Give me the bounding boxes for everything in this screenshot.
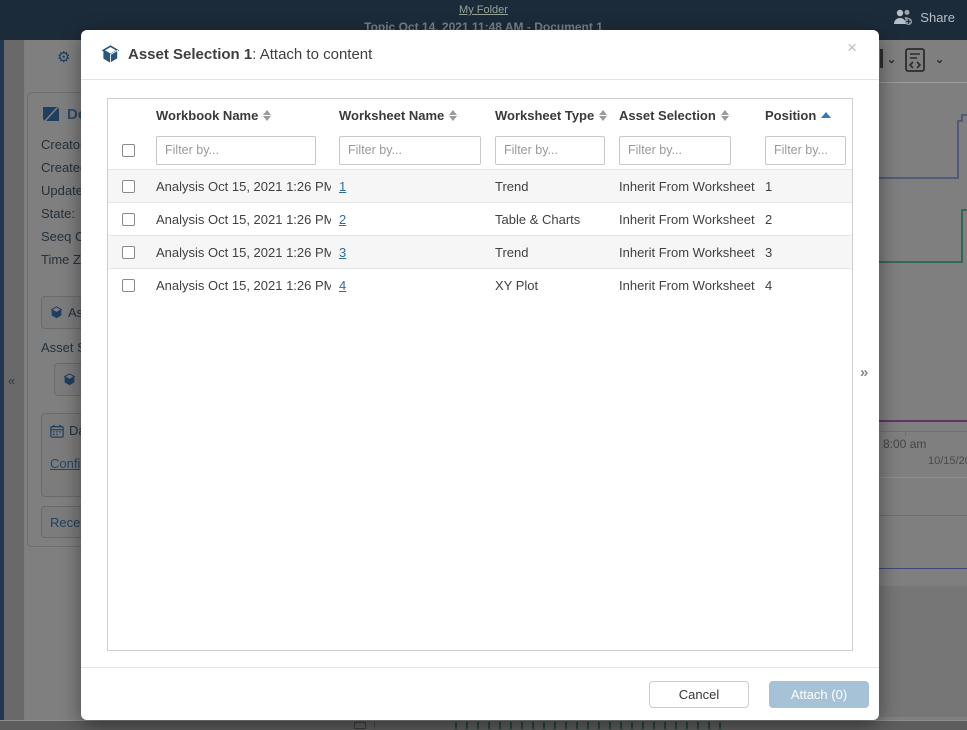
workbook-cell: Analysis Oct 15, 2021 1:26 PM — [148, 212, 331, 227]
worksheet-table: Workbook Name Worksheet Name Worksheet T… — [107, 98, 853, 651]
asset-selection-cell: Inherit From Worksheet — [611, 278, 757, 293]
cube-icon — [101, 45, 120, 64]
type-cell: Trend — [487, 245, 611, 260]
toolbar-partial-icon — [880, 49, 883, 68]
share-users-icon — [892, 8, 914, 26]
gear-icon[interactable]: ⚙ — [57, 48, 70, 66]
workbook-cell: Analysis Oct 15, 2021 1:26 PM — [148, 179, 331, 194]
axis-time-label: 8:00 am — [883, 437, 926, 451]
asset-selection-cell: Inherit From Worksheet — [611, 179, 757, 194]
row-checkbox[interactable] — [122, 180, 135, 193]
timeline-marker — [354, 722, 366, 729]
workbook-cell: Analysis Oct 15, 2021 1:26 PM — [148, 245, 331, 260]
attach-button[interactable]: Attach (0) — [769, 681, 869, 708]
topic-preview-column: ⌄ ⌄ 8:00 am 10/15/20 — [879, 40, 967, 730]
asset-selection-cell: Inherit From Worksheet — [611, 212, 757, 227]
table-filter-row — [108, 131, 852, 169]
position-cell: 4 — [757, 278, 852, 293]
row-checkbox[interactable] — [122, 246, 135, 259]
position-cell: 2 — [757, 212, 852, 227]
position-cell: 3 — [757, 245, 852, 260]
col-worksheet-name[interactable]: Worksheet Name — [331, 108, 487, 123]
axis-tick — [905, 431, 906, 436]
expand-right-icon[interactable]: » — [860, 364, 868, 381]
timeline-divider — [374, 722, 375, 729]
table-header-row: Workbook Name Worksheet Name Worksheet T… — [108, 99, 852, 131]
divider — [879, 515, 967, 516]
share-label: Share — [920, 10, 955, 25]
sort-asc-icon — [821, 112, 831, 118]
worksheet-link[interactable]: 1 — [339, 179, 346, 194]
asset-selection-cell: Inherit From Worksheet — [611, 245, 757, 260]
app-stage: My Folder Topic Oct 14, 2021 11:48 AM - … — [0, 0, 967, 730]
worksheet-link[interactable]: 3 — [339, 245, 346, 260]
time-axis — [879, 431, 967, 432]
col-workbook-name[interactable]: Workbook Name — [148, 108, 331, 123]
filter-asset-input[interactable] — [619, 136, 731, 165]
journal-icon — [41, 105, 61, 123]
sort-icon — [449, 110, 457, 121]
table-row[interactable]: Analysis Oct 15, 2021 1:26 PM 2 Table & … — [108, 202, 852, 235]
filter-type-input[interactable] — [495, 136, 605, 165]
table-row[interactable]: Analysis Oct 15, 2021 1:26 PM 3 Trend In… — [108, 235, 852, 268]
timeline-bar — [0, 720, 967, 730]
row-checkbox[interactable] — [122, 279, 135, 292]
axis-date-label: 10/15/20 — [928, 455, 967, 467]
modal-header: Asset Selection 1: Attach to content × — [81, 30, 879, 80]
position-cell: 1 — [757, 179, 852, 194]
cube-icon — [50, 306, 63, 319]
trend-chart-preview — [879, 84, 967, 431]
col-position[interactable]: Position — [757, 108, 852, 123]
cube-icon — [63, 373, 76, 386]
sort-icon — [721, 110, 729, 121]
filter-position-input[interactable] — [765, 136, 846, 165]
row-checkbox[interactable] — [122, 213, 135, 226]
worksheet-link[interactable]: 2 — [339, 212, 346, 227]
select-all-checkbox[interactable] — [122, 144, 135, 157]
table-row[interactable]: Analysis Oct 15, 2021 1:26 PM 1 Trend In… — [108, 169, 852, 202]
sort-icon — [599, 110, 607, 121]
chart-line — [879, 568, 967, 569]
col-asset-selection[interactable]: Asset Selection — [611, 108, 757, 123]
my-folder-link[interactable]: My Folder — [459, 4, 508, 16]
attach-to-content-modal: Asset Selection 1: Attach to content × W… — [81, 30, 879, 720]
share-button[interactable]: Share — [892, 8, 955, 26]
topic-toolbar: ⌄ ⌄ — [879, 40, 967, 83]
timeline-data-ticks — [450, 722, 730, 729]
workbook-cell: Analysis Oct 15, 2021 1:26 PM — [148, 278, 331, 293]
calendar-icon — [50, 424, 64, 438]
doc-code-icon[interactable] — [903, 47, 927, 73]
filter-worksheet-input[interactable] — [339, 136, 481, 165]
chevron-down-icon[interactable]: ⌄ — [935, 53, 944, 66]
filter-workbook-input[interactable] — [156, 136, 316, 165]
lower-panel — [879, 586, 967, 717]
cancel-button[interactable]: Cancel — [649, 681, 749, 708]
sort-icon — [263, 110, 271, 121]
type-cell: Table & Charts — [487, 212, 611, 227]
collapse-left-icon[interactable]: « — [8, 373, 15, 388]
col-worksheet-type[interactable]: Worksheet Type — [487, 108, 611, 123]
modal-footer: Cancel Attach (0) — [81, 667, 879, 720]
type-cell: Trend — [487, 179, 611, 194]
worksheet-link[interactable]: 4 — [339, 278, 346, 293]
chevron-down-icon[interactable]: ⌄ — [887, 53, 896, 66]
divider — [879, 477, 967, 478]
type-cell: XY Plot — [487, 278, 611, 293]
close-icon[interactable]: × — [847, 39, 857, 56]
modal-title: Asset Selection 1: Attach to content — [128, 46, 372, 63]
table-row[interactable]: Analysis Oct 15, 2021 1:26 PM 4 XY Plot … — [108, 268, 852, 301]
